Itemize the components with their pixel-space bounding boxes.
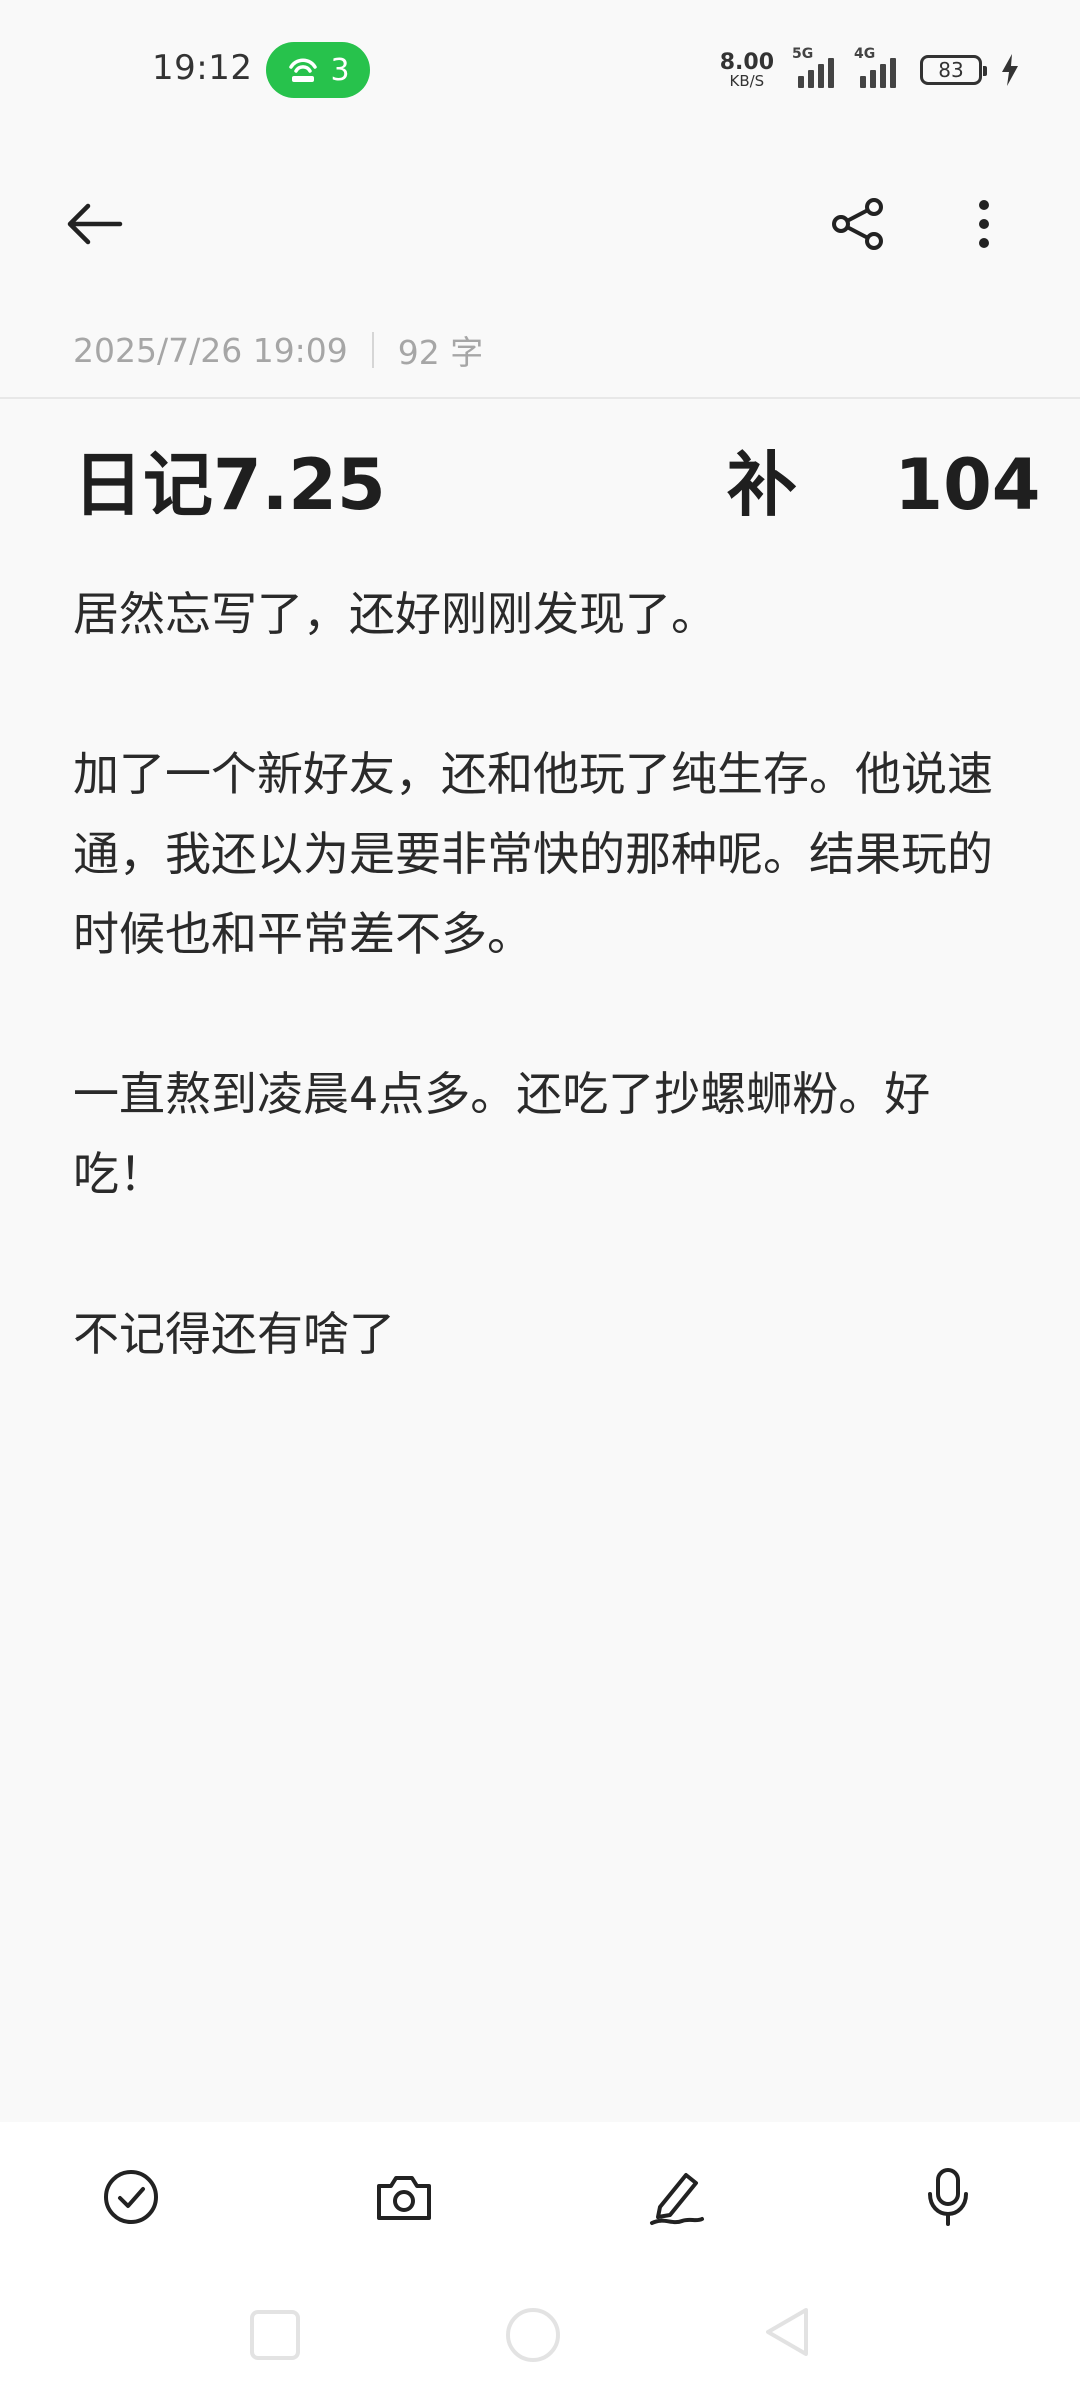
triangle-back-icon <box>766 2308 808 2356</box>
voice-input-button[interactable] <box>912 2161 984 2233</box>
note-datetime: 2025/7/26 19:09 <box>73 330 348 370</box>
signal-4g-icon: 4G <box>854 46 896 88</box>
microphone-icon <box>928 2168 968 2226</box>
share-button[interactable] <box>826 192 890 256</box>
network-speed-value: 8.00 <box>719 49 774 75</box>
more-vertical-icon <box>979 200 989 248</box>
camera-button[interactable] <box>368 2161 440 2233</box>
note-title[interactable]: 日记7.25 补 104 <box>73 440 1041 530</box>
battery-level: 83 <box>938 58 964 82</box>
header-divider <box>0 397 1080 399</box>
network-speed: 8.00 KB/S <box>719 49 774 90</box>
hotspot-count: 3 <box>330 52 350 88</box>
note-paragraph[interactable]: 不记得还有啥了 <box>73 1294 1009 1374</box>
arrow-left-icon <box>67 203 123 245</box>
note-paragraph[interactable]: 居然忘写了，还好刚刚发现了。 <box>73 574 1009 654</box>
pen-icon <box>650 2173 704 2225</box>
battery-icon: 83 <box>920 55 987 85</box>
charging-bolt-icon <box>1002 54 1018 86</box>
note-meta: 2025/7/26 19:09 92 字 <box>73 326 483 374</box>
back-button[interactable] <box>62 192 126 256</box>
signal-5g-icon: 5G <box>792 46 834 88</box>
checklist-button[interactable] <box>95 2161 167 2233</box>
editor-action-bar <box>0 2122 1080 2272</box>
sim2-network-type: 4G <box>854 46 876 62</box>
note-body[interactable]: 居然忘写了，还好刚刚发现了。 加了一个新好友，还和他玩了纯生存。他说速通，我还以… <box>73 574 1009 1374</box>
more-options-button[interactable] <box>952 192 1016 256</box>
status-time: 19:12 <box>152 48 253 88</box>
hotspot-icon <box>289 58 318 82</box>
status-icons: 8.00 KB/S 5G 4G 83 <box>719 46 1020 92</box>
network-speed-unit: KB/S <box>729 71 765 90</box>
sim1-network-type: 5G <box>792 46 814 62</box>
system-navigation-bar <box>0 2272 1080 2400</box>
check-circle-icon <box>104 2170 158 2224</box>
meta-separator <box>371 332 374 368</box>
hotspot-indicator[interactable]: 3 <box>266 42 370 98</box>
home-nav-icon[interactable] <box>500 2302 560 2362</box>
note-paragraph[interactable]: 一直熬到凌晨4点多。还吃了抄螺蛳粉。好吃！ <box>73 1054 1009 1214</box>
share-icon <box>832 198 883 250</box>
note-toolbar <box>0 180 1080 266</box>
note-paragraph[interactable]: 加了一个新好友，还和他玩了纯生存。他说速通，我还以为是要非常快的那种呢。结果玩的… <box>73 734 1009 974</box>
status-bar: 19:12 3 8.00 KB/S 5G 4G 83 <box>0 0 1080 130</box>
back-nav-icon[interactable] <box>758 2302 818 2362</box>
handwriting-button[interactable] <box>640 2161 712 2233</box>
note-word-count: 92 字 <box>397 333 484 372</box>
notes-screen: 19:12 3 8.00 KB/S 5G 4G 83 2025/7/26 19:… <box>0 0 1080 2400</box>
camera-icon <box>377 2176 431 2220</box>
recents-nav-icon[interactable] <box>242 2302 302 2362</box>
